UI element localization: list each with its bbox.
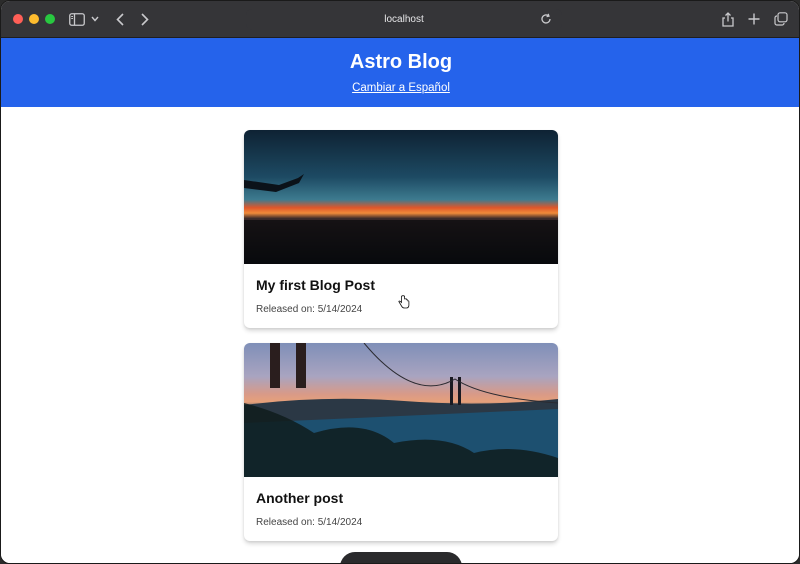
plus-icon[interactable] [747, 10, 761, 28]
post-image [244, 343, 558, 477]
close-window-button[interactable] [13, 14, 23, 24]
browser-window: localhost Astro Blog Cambiar a Español M… [0, 0, 800, 564]
dev-toolbar[interactable] [340, 552, 462, 563]
share-icon[interactable] [721, 10, 735, 28]
reload-icon[interactable] [540, 12, 554, 26]
chevron-down-icon[interactable] [90, 10, 100, 28]
post-card-body: Another post Released on: 5/14/2024 [244, 477, 558, 528]
web-page: Astro Blog Cambiar a Español My first Bl… [1, 38, 799, 563]
hand-cursor-icon [398, 295, 410, 309]
chevron-left-icon[interactable] [113, 10, 127, 28]
url-text: localhost [384, 14, 424, 25]
post-date: Released on: 5/14/2024 [256, 517, 363, 528]
chevron-right-icon[interactable] [138, 10, 152, 28]
post-card[interactable]: Another post Released on: 5/14/2024 [244, 343, 558, 541]
tabs-icon[interactable] [773, 10, 789, 28]
browser-toolbar: localhost [1, 1, 799, 38]
address-bar[interactable]: localhost [246, 9, 562, 30]
post-title[interactable]: My first Blog Post [256, 277, 546, 294]
site-header: Astro Blog Cambiar a Español [1, 38, 799, 107]
site-title: Astro Blog [349, 51, 453, 73]
minimize-window-button[interactable] [29, 14, 39, 24]
sidebar-icon[interactable] [69, 10, 85, 28]
maximize-window-button[interactable] [45, 14, 55, 24]
post-image [244, 130, 558, 264]
post-title[interactable]: Another post [256, 490, 546, 507]
language-switch-link[interactable]: Cambiar a Español [352, 82, 450, 94]
